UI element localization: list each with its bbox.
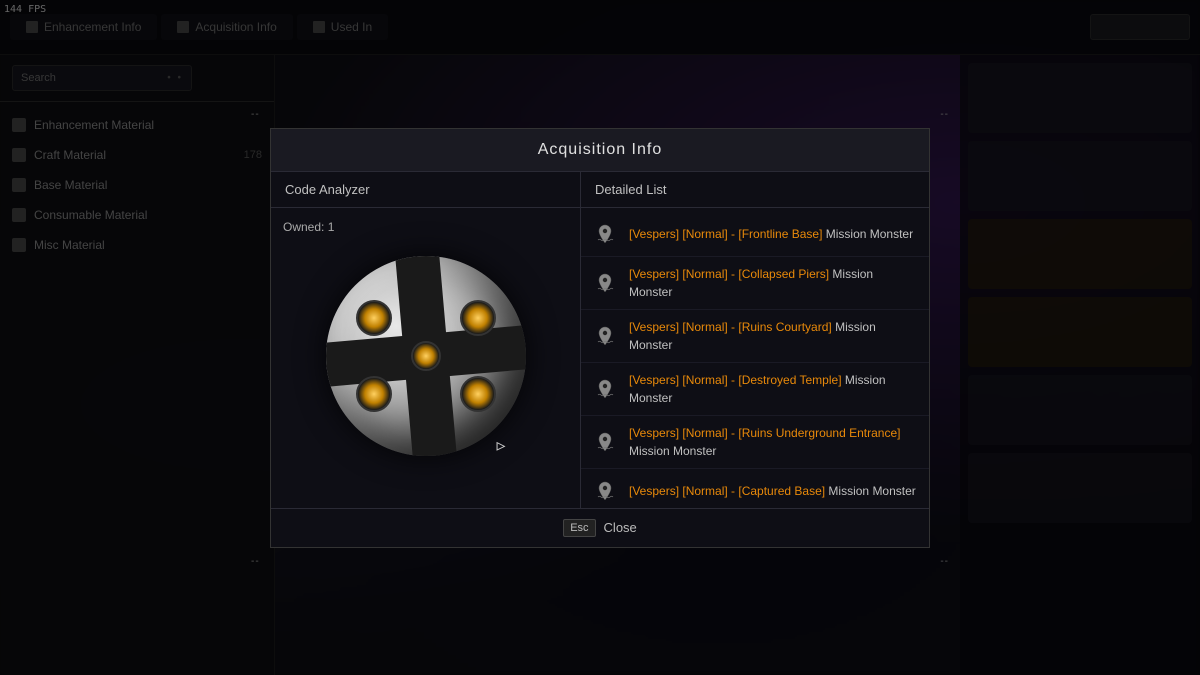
- corner-decoration-tl: --: [251, 109, 260, 120]
- item-image-container: ▹: [316, 246, 536, 466]
- ball-detail-3: [356, 376, 392, 412]
- detail-list-item-4[interactable]: [Vespers] [Normal] - [Destroyed Temple] …: [581, 363, 929, 416]
- location-link-4: [Vespers] [Normal] - [Destroyed Temple]: [629, 373, 842, 387]
- owned-count: Owned: 1: [283, 220, 334, 234]
- location-pin-icon-3: [591, 322, 619, 350]
- location-pin-icon-6: [591, 477, 619, 505]
- detail-list-item-6[interactable]: [Vespers] [Normal] - [Captured Base] Mis…: [581, 469, 929, 508]
- detail-item-text-4: [Vespers] [Normal] - [Destroyed Temple] …: [629, 371, 919, 407]
- detail-item-text-6: [Vespers] [Normal] - [Captured Base] Mis…: [629, 482, 916, 500]
- location-pin-icon-4: [591, 375, 619, 403]
- close-button-label[interactable]: Close: [604, 520, 637, 535]
- location-pin-icon-1: [591, 220, 619, 248]
- ball-detail-2: [460, 300, 496, 336]
- esc-key-badge: Esc: [563, 519, 595, 537]
- corner-decoration-tr: --: [940, 109, 949, 120]
- corner-decoration-br: --: [940, 556, 949, 567]
- detail-list-header: Detailed List: [581, 172, 929, 208]
- modal-title-bar: Acquisition Info: [271, 129, 929, 172]
- detail-list: [Vespers] [Normal] - [Frontline Base] Mi…: [581, 208, 929, 508]
- location-link-2: [Vespers] [Normal] - [Collapsed Piers]: [629, 267, 829, 281]
- location-pin-icon-5: [591, 428, 619, 456]
- modal-right-panel: Detailed List [Vespers] [Normal] - [Fron…: [581, 172, 929, 508]
- detail-item-text-3: [Vespers] [Normal] - [Ruins Courtyard] M…: [629, 318, 919, 354]
- location-link-6: [Vespers] [Normal] - [Captured Base]: [629, 484, 825, 498]
- modal-left-panel: Code Analyzer Owned: 1 ▹: [271, 172, 581, 508]
- item-ball: [326, 256, 526, 456]
- modal-title: Acquisition Info: [538, 141, 663, 158]
- acquisition-modal: -- -- -- -- Acquisition Info Code Analyz…: [270, 128, 930, 548]
- ball-detail-5: [411, 341, 441, 371]
- mission-type-6: Mission Monster: [825, 484, 916, 498]
- corner-decoration-bl: --: [251, 556, 260, 567]
- modal-item-name: Code Analyzer: [271, 172, 580, 208]
- detail-list-item-3[interactable]: [Vespers] [Normal] - [Ruins Courtyard] M…: [581, 310, 929, 363]
- detail-item-text-1: [Vespers] [Normal] - [Frontline Base] Mi…: [629, 225, 913, 243]
- cursor-arrow: ▹: [496, 435, 505, 456]
- modal-footer: Esc Close: [271, 508, 929, 547]
- ball-detail-1: [356, 300, 392, 336]
- modal-left-body: Owned: 1 ▹: [271, 208, 580, 478]
- mission-type-5: Mission Monster: [629, 444, 716, 458]
- location-pin-icon-2: [591, 269, 619, 297]
- location-link-5: [Vespers] [Normal] - [Ruins Underground …: [629, 426, 900, 440]
- detail-list-item-2[interactable]: [Vespers] [Normal] - [Collapsed Piers] M…: [581, 257, 929, 310]
- modal-body: Code Analyzer Owned: 1 ▹: [271, 172, 929, 508]
- mission-type-1: Mission Monster: [822, 227, 913, 241]
- detail-item-text-2: [Vespers] [Normal] - [Collapsed Piers] M…: [629, 265, 919, 301]
- location-link-3: [Vespers] [Normal] - [Ruins Courtyard]: [629, 320, 832, 334]
- ball-detail-4: [460, 376, 496, 412]
- detail-list-item-1[interactable]: [Vespers] [Normal] - [Frontline Base] Mi…: [581, 212, 929, 257]
- modal-overlay: -- -- -- -- Acquisition Info Code Analyz…: [0, 0, 1200, 675]
- detail-list-item-5[interactable]: [Vespers] [Normal] - [Ruins Underground …: [581, 416, 929, 469]
- detail-item-text-5: [Vespers] [Normal] - [Ruins Underground …: [629, 424, 919, 460]
- location-link-1: [Vespers] [Normal] - [Frontline Base]: [629, 227, 822, 241]
